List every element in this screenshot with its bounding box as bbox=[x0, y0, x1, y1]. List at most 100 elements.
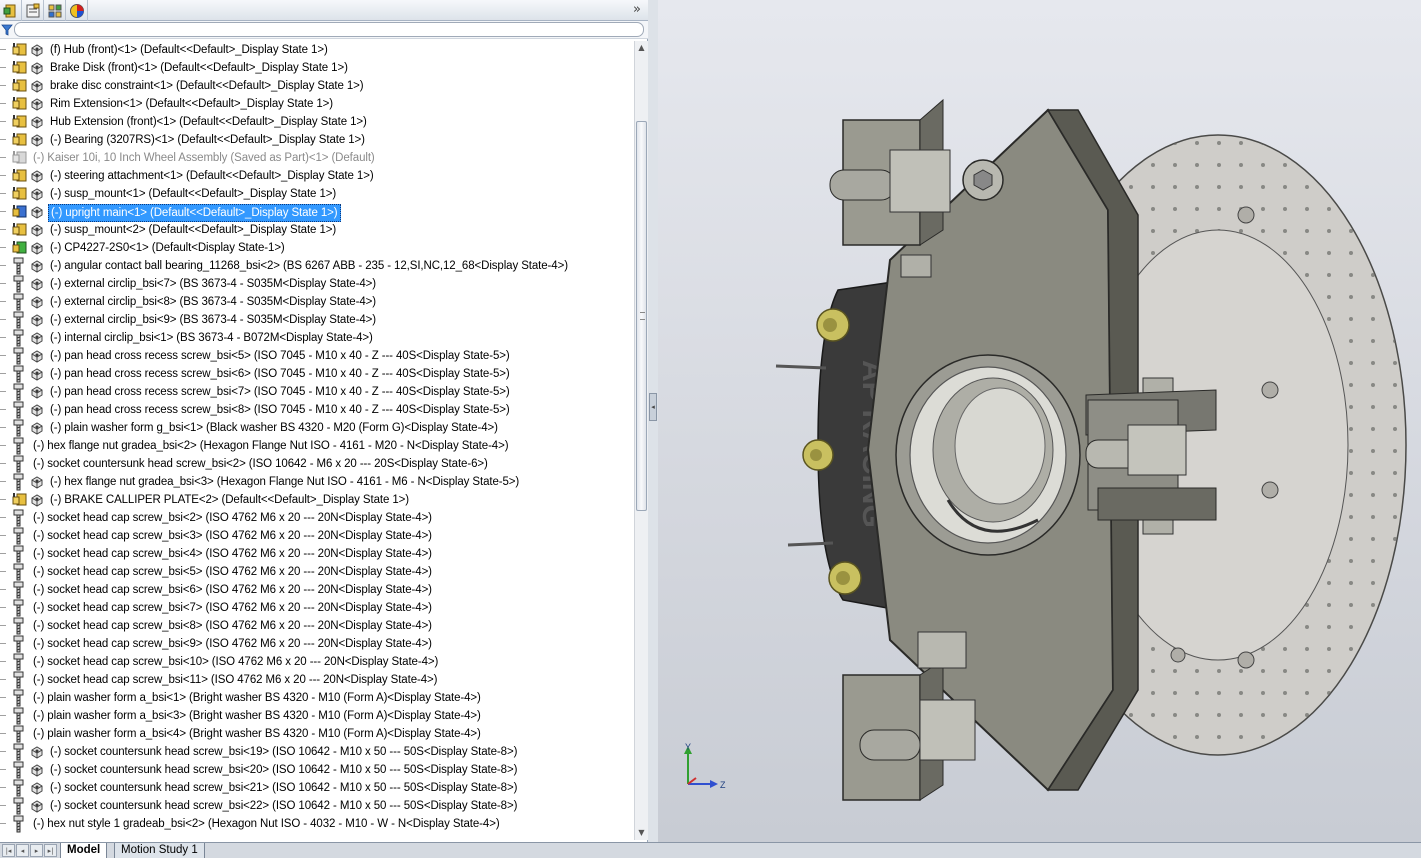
tree-item-label: (-) socket countersunk head screw_bsi<21… bbox=[50, 782, 518, 794]
tree-item[interactable]: (-) Kaiser 10i, 10 Inch Wheel Assembly (… bbox=[0, 149, 634, 167]
display-state-icon bbox=[29, 474, 45, 490]
tree-item[interactable]: (-) external circlip_bsi<7> (BS 3673-4 -… bbox=[0, 275, 634, 293]
toolbox-part-icon bbox=[8, 635, 28, 653]
tree-connector bbox=[0, 211, 6, 212]
tree-item[interactable]: (-) socket head cap screw_bsi<2> (ISO 47… bbox=[0, 509, 634, 527]
tree-item[interactable]: (-) external circlip_bsi<9> (BS 3673-4 -… bbox=[0, 311, 634, 329]
tree-item[interactable]: (-) socket countersunk head screw_bsi<21… bbox=[0, 779, 634, 797]
collapse-panel-handle[interactable]: ◂ bbox=[649, 393, 657, 421]
toolbox-part-icon bbox=[8, 275, 28, 293]
tree-item[interactable]: (-) BRAKE CALLIPER PLATE<2> (Default<<De… bbox=[0, 491, 634, 509]
tree-item[interactable]: (-) socket head cap screw_bsi<3> (ISO 47… bbox=[0, 527, 634, 545]
tree-item[interactable]: (-) steering attachment<1> (Default<<Def… bbox=[0, 167, 634, 185]
bottom-tab-bar: |◂ ◂ ▸ ▸| Model Motion Study 1 bbox=[0, 842, 1421, 858]
tree-item[interactable]: (-) socket head cap screw_bsi<5> (ISO 47… bbox=[0, 563, 634, 581]
filter-icon[interactable] bbox=[1, 24, 13, 36]
tree-item[interactable]: (-) susp_mount<2> (Default<<Default>_Dis… bbox=[0, 221, 634, 239]
graphics-area[interactable]: AP RACING bbox=[658, 0, 1421, 842]
tree-item-label: (-) hex nut style 1 gradeab_bsi<2> (Hexa… bbox=[33, 818, 500, 830]
tree-item[interactable]: (f) Hub (front)<1> (Default<<Default>_Di… bbox=[0, 41, 634, 59]
last-tab-icon[interactable]: ▸| bbox=[44, 844, 57, 857]
tree-connector bbox=[0, 715, 6, 716]
tree-item[interactable]: (-) socket head cap screw_bsi<6> (ISO 47… bbox=[0, 581, 634, 599]
tree-connector bbox=[0, 445, 6, 446]
tree-item[interactable]: (-) socket countersunk head screw_bsi<2>… bbox=[0, 455, 634, 473]
tree-item[interactable]: (-) plain washer form g_bsi<1> (Black wa… bbox=[0, 419, 634, 437]
toolbox-part-icon bbox=[8, 671, 28, 689]
tree-connector bbox=[0, 553, 6, 554]
tree-scrollbar[interactable]: ▲ ▼ bbox=[634, 41, 648, 840]
tree-connector bbox=[0, 769, 6, 770]
tree-item[interactable]: (-) socket head cap screw_bsi<7> (ISO 47… bbox=[0, 599, 634, 617]
tree-connector bbox=[0, 247, 6, 248]
suppressed-icon bbox=[8, 149, 28, 167]
tree-item[interactable]: Rim Extension<1> (Default<<Default>_Disp… bbox=[0, 95, 634, 113]
tree-connector bbox=[0, 787, 6, 788]
panel-splitter[interactable] bbox=[648, 0, 658, 858]
tree-item-label: (-) plain washer form a_bsi<4> (Bright w… bbox=[33, 728, 481, 740]
tree-item[interactable]: Brake Disk (front)<1> (Default<<Default>… bbox=[0, 59, 634, 77]
tree-item[interactable]: (-) socket head cap screw_bsi<9> (ISO 47… bbox=[0, 635, 634, 653]
display-manager-tab[interactable] bbox=[66, 0, 88, 21]
tree-item[interactable]: (-) hex nut style 1 gradeab_bsi<2> (Hexa… bbox=[0, 815, 634, 833]
feature-manager-tab[interactable] bbox=[0, 0, 22, 21]
tree-item[interactable]: (-) socket countersunk head screw_bsi<22… bbox=[0, 797, 634, 815]
scroll-down-arrow-icon[interactable]: ▼ bbox=[635, 826, 648, 839]
tree-connector bbox=[0, 283, 6, 284]
first-tab-icon[interactable]: |◂ bbox=[2, 844, 15, 857]
tree-item[interactable]: (-) hex flange nut gradea_bsi<3> (Hexago… bbox=[0, 473, 634, 491]
tree-item[interactable]: (-) pan head cross recess screw_bsi<7> (… bbox=[0, 383, 634, 401]
scroll-up-arrow-icon[interactable]: ▲ bbox=[635, 41, 648, 54]
tree-item[interactable]: (-) hex flange nut gradea_bsi<2> (Hexago… bbox=[0, 437, 634, 455]
tree-item-label: Brake Disk (front)<1> (Default<<Default>… bbox=[50, 62, 348, 74]
scrollbar-thumb[interactable] bbox=[636, 121, 647, 511]
property-manager-tab[interactable] bbox=[22, 0, 44, 21]
tree-item[interactable]: (-) pan head cross recess screw_bsi<5> (… bbox=[0, 347, 634, 365]
tree-item[interactable]: (-) plain washer form a_bsi<4> (Bright w… bbox=[0, 725, 634, 743]
tree-item[interactable]: (-) socket countersunk head screw_bsi<19… bbox=[0, 743, 634, 761]
tree-connector bbox=[0, 409, 6, 410]
tree-item[interactable]: brake disc constraint<1> (Default<<Defau… bbox=[0, 77, 634, 95]
toolbox-part-icon bbox=[8, 473, 28, 491]
tree-item[interactable]: (-) pan head cross recess screw_bsi<6> (… bbox=[0, 365, 634, 383]
filter-input[interactable] bbox=[14, 22, 644, 37]
tree-item[interactable]: (-) internal circlip_bsi<1> (BS 3673-4 -… bbox=[0, 329, 634, 347]
tree-item[interactable]: (-) angular contact ball bearing_11268_b… bbox=[0, 257, 634, 275]
prev-tab-icon[interactable]: ◂ bbox=[16, 844, 29, 857]
tree-item-label: (-) angular contact ball bearing_11268_b… bbox=[50, 260, 568, 272]
tree-item[interactable]: (-) socket head cap screw_bsi<10> (ISO 4… bbox=[0, 653, 634, 671]
display-state-icon bbox=[29, 168, 45, 184]
tree-item[interactable]: (-) Bearing (3207RS)<1> (Default<<Defaul… bbox=[0, 131, 634, 149]
tree-item[interactable]: (-) CP4227-2S0<1> (Default<Display State… bbox=[0, 239, 634, 257]
tree-item[interactable]: (-) socket head cap screw_bsi<11> (ISO 4… bbox=[0, 671, 634, 689]
tree-item[interactable]: (-) plain washer form a_bsi<1> (Bright w… bbox=[0, 689, 634, 707]
tree-item-label: (-) socket head cap screw_bsi<2> (ISO 47… bbox=[33, 512, 432, 524]
tab-motion-study[interactable]: Motion Study 1 bbox=[114, 843, 205, 858]
tree-item[interactable]: (-) pan head cross recess screw_bsi<8> (… bbox=[0, 401, 634, 419]
configuration-manager-tab[interactable] bbox=[44, 0, 66, 21]
tree-item-label: (-) socket head cap screw_bsi<11> (ISO 4… bbox=[33, 674, 438, 686]
display-state-icon bbox=[29, 366, 45, 382]
tree-item[interactable]: (-) susp_mount<1> (Default<<Default>_Dis… bbox=[0, 185, 634, 203]
tree-connector bbox=[0, 589, 6, 590]
tree-item[interactable]: (-) socket head cap screw_bsi<4> (ISO 47… bbox=[0, 545, 634, 563]
display-state-icon bbox=[29, 744, 45, 760]
tab-model[interactable]: Model bbox=[60, 843, 108, 858]
tree-item[interactable]: (-) socket countersunk head screw_bsi<20… bbox=[0, 761, 634, 779]
tree-item-label: (-) socket countersunk head screw_bsi<22… bbox=[50, 800, 518, 812]
next-tab-icon[interactable]: ▸ bbox=[30, 844, 43, 857]
tree-item[interactable]: (-) external circlip_bsi<8> (BS 3673-4 -… bbox=[0, 293, 634, 311]
toolbox-part-icon bbox=[8, 797, 28, 815]
tree-item[interactable]: (-) plain washer form a_bsi<3> (Bright w… bbox=[0, 707, 634, 725]
tree-item[interactable]: Hub Extension (front)<1> (Default<<Defau… bbox=[0, 113, 634, 131]
tree-item-label: (-) socket countersunk head screw_bsi<19… bbox=[50, 746, 518, 758]
feature-tree: (f) Hub (front)<1> (Default<<Default>_Di… bbox=[0, 41, 634, 840]
toolbox-part-icon bbox=[8, 293, 28, 311]
tree-item[interactable]: (-) upright main<1> (Default<<Default>_D… bbox=[0, 203, 634, 222]
expand-panel-button[interactable]: » bbox=[630, 2, 644, 18]
tree-connector bbox=[0, 427, 6, 428]
tree-connector bbox=[0, 661, 6, 662]
tree-connector bbox=[0, 265, 6, 266]
tree-item[interactable]: (-) socket head cap screw_bsi<8> (ISO 47… bbox=[0, 617, 634, 635]
tree-item-label: (-) upright main<1> (Default<<Default>_D… bbox=[48, 204, 341, 222]
